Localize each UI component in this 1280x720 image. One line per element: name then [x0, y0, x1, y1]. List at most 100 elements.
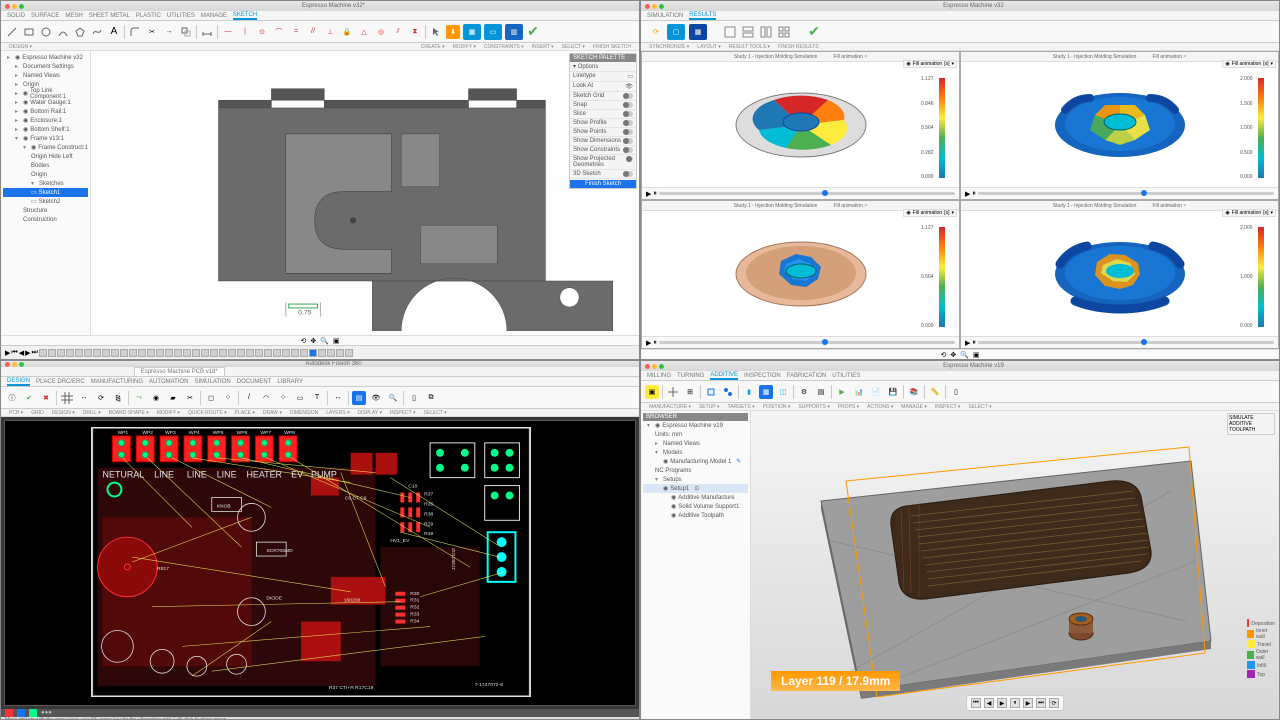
- line-tool-icon[interactable]: [5, 25, 19, 39]
- layout-group[interactable]: LAYOUT ▾: [697, 44, 720, 50]
- arc-tool-icon[interactable]: [56, 25, 70, 39]
- play-icon[interactable]: ▶: [997, 698, 1007, 708]
- palette-options[interactable]: ▾ Options: [573, 63, 598, 70]
- inspect-icon[interactable]: 🔍: [386, 391, 400, 405]
- fix-constraint-icon[interactable]: 🔒: [340, 25, 354, 39]
- simulate-toolpath-panel[interactable]: SIMULATE ADDITIVE TOOLPATH: [1227, 413, 1275, 435]
- simulate-icon[interactable]: 📊: [852, 385, 866, 399]
- print-settings-icon[interactable]: ⚙: [797, 385, 811, 399]
- sim-cell1-study[interactable]: Study 1 - Injection Molding Simulation: [730, 54, 822, 60]
- align-icon[interactable]: ⊞: [683, 385, 697, 399]
- project-icon[interactable]: ▥: [505, 24, 523, 40]
- support-area-icon[interactable]: ◫: [776, 385, 790, 399]
- tab-sheetmetal[interactable]: SHEET METAL: [89, 13, 130, 19]
- tree-frame-sub[interactable]: Frame Construct:1: [38, 145, 88, 151]
- minimize-icon[interactable]: [12, 362, 17, 367]
- tab-pcb-design[interactable]: DESIGN: [7, 378, 30, 386]
- quad-view-icon[interactable]: ▦: [689, 24, 707, 40]
- display-icon[interactable]: 👁: [369, 391, 383, 405]
- close-icon[interactable]: [645, 4, 650, 9]
- tab-additive[interactable]: ADDITIVE: [710, 372, 738, 380]
- timeline-end-icon[interactable]: ⏭: [31, 349, 37, 357]
- canvas-icon[interactable]: ▭: [484, 24, 502, 40]
- spline-tool-icon[interactable]: [90, 25, 104, 39]
- layers-icon[interactable]: ▤: [352, 391, 366, 405]
- sim-cell1-result[interactable]: Fill animation: [829, 54, 871, 60]
- material-icon[interactable]: ▤: [814, 385, 828, 399]
- tab-mesh[interactable]: MESH: [65, 13, 82, 19]
- sim-view-4[interactable]: ◉ Fill animation [s] ▾ 2.0001.0000.000: [961, 211, 1278, 336]
- move-icon[interactable]: ↔: [77, 391, 91, 405]
- tree-sub-2[interactable]: Origin: [31, 172, 47, 178]
- line-pcb-icon[interactable]: /: [242, 391, 256, 405]
- group-icon[interactable]: ⧉: [424, 391, 438, 405]
- tab-simul[interactable]: SIMULATION: [195, 379, 231, 385]
- orient-icon[interactable]: [704, 385, 718, 399]
- tab-utilities[interactable]: UTILITIES: [167, 13, 195, 19]
- zoom-icon[interactable]: 🔍: [320, 337, 329, 345]
- coincident-constraint-icon[interactable]: ⊙: [255, 25, 269, 39]
- tree-sketch2[interactable]: Sketch2: [39, 199, 61, 205]
- setup-icon[interactable]: ▣: [645, 385, 659, 399]
- select-group[interactable]: SELECT ▾: [562, 44, 585, 50]
- step-back-icon[interactable]: ◀: [984, 698, 994, 708]
- tab-mfg[interactable]: MANUFACTURING: [91, 379, 143, 385]
- dims-toggle[interactable]: [623, 138, 633, 144]
- snap-toggle[interactable]: [623, 102, 633, 108]
- tab-turning[interactable]: TURNING: [677, 373, 704, 379]
- info-icon[interactable]: ⓘ: [5, 391, 19, 405]
- via-icon[interactable]: ◉: [149, 391, 163, 405]
- measure-icon[interactable]: 📏: [928, 385, 942, 399]
- rotate-icon[interactable]: ⟳: [94, 391, 108, 405]
- postprocess-icon[interactable]: 📄: [869, 385, 883, 399]
- text-tool-icon[interactable]: A: [107, 25, 121, 39]
- perpendicular-constraint-icon[interactable]: ⊥: [323, 25, 337, 39]
- collinear-constraint-icon[interactable]: ⫽: [391, 25, 405, 39]
- fillet-tool-icon[interactable]: [128, 25, 142, 39]
- maximize-icon[interactable]: [659, 364, 664, 369]
- close-icon[interactable]: [5, 4, 10, 9]
- sim-slider-1[interactable]: [659, 192, 955, 195]
- modify-group[interactable]: MODIFY ▾: [453, 44, 476, 50]
- move-axes-icon[interactable]: [666, 385, 680, 399]
- tree-frame[interactable]: Frame v13:1: [30, 136, 64, 142]
- close-icon[interactable]: [5, 362, 10, 367]
- step-fwd-icon[interactable]: ▶: [1023, 698, 1033, 708]
- mirror-icon[interactable]: ⧎: [111, 391, 125, 405]
- tree-root[interactable]: Espresso Machine v32: [22, 55, 83, 61]
- sim-cell2-result[interactable]: Fill animation: [1148, 54, 1190, 60]
- fit-icon[interactable]: ▣: [333, 337, 340, 345]
- sim-pause-icon[interactable]: ⏸: [653, 190, 657, 198]
- ripup-icon[interactable]: ✂: [183, 391, 197, 405]
- sync-group[interactable]: SYNCHRONIZE ▾: [649, 44, 689, 50]
- tab-results[interactable]: RESULTS: [689, 12, 716, 20]
- tab-simulation[interactable]: SIMULATION: [647, 13, 683, 19]
- insert-group[interactable]: INSERT ▾: [532, 44, 554, 50]
- symmetry-constraint-icon[interactable]: ⧗: [408, 25, 422, 39]
- tree-const[interactable]: Construction: [23, 217, 57, 223]
- maximize-icon[interactable]: [19, 362, 24, 367]
- library-icon[interactable]: 📚: [907, 385, 921, 399]
- maximize-icon[interactable]: [19, 4, 24, 9]
- tree-comp-5[interactable]: Bottom Shelf:1: [30, 127, 69, 133]
- slice-toggle[interactable]: [623, 111, 633, 117]
- finish-sketch-icon[interactable]: ✔: [526, 25, 540, 39]
- tab-plastic[interactable]: PLASTIC: [136, 13, 161, 19]
- select-d-icon[interactable]: ▯: [949, 385, 963, 399]
- midpoint-constraint-icon[interactable]: △: [357, 25, 371, 39]
- close-icon[interactable]: [645, 364, 650, 369]
- timeline-next-icon[interactable]: ▶: [25, 349, 30, 357]
- trim-tool-icon[interactable]: ✂: [145, 25, 159, 39]
- viewport-additive[interactable]: SIMULATE ADDITIVE TOOLPATH: [751, 411, 1279, 719]
- tab-manage[interactable]: MANAGE: [201, 13, 227, 19]
- sync-icon[interactable]: ⟳: [649, 25, 663, 39]
- circle-pcb-icon[interactable]: ○: [276, 391, 290, 405]
- tab-inspection[interactable]: INSPECTION: [744, 373, 781, 379]
- rect-tool-icon[interactable]: [22, 25, 36, 39]
- tree-comp-1[interactable]: Top Link Component:1: [30, 88, 88, 100]
- layout-2h-icon[interactable]: [741, 25, 755, 39]
- skip-start-icon[interactable]: ⏮: [971, 698, 981, 708]
- tree-comp-4[interactable]: Enclosure:1: [30, 118, 62, 124]
- tangent-constraint-icon[interactable]: ⌒: [272, 25, 286, 39]
- export-icon[interactable]: 💾: [886, 385, 900, 399]
